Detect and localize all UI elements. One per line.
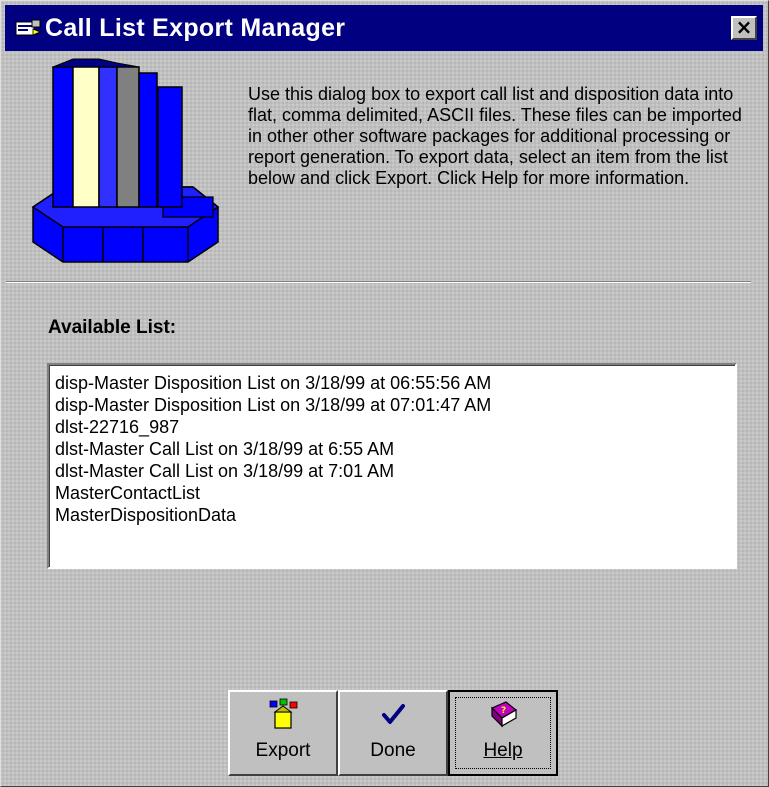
close-button[interactable]: × <box>731 16 757 40</box>
checkmark-icon <box>382 704 405 724</box>
separator <box>6 281 751 283</box>
done-button[interactable]: Done <box>338 690 448 776</box>
description-text: Use this dialog box to export call list … <box>248 84 742 188</box>
dialog-window: Call List Export Manager × Use this dial… <box>0 0 769 787</box>
export-button[interactable]: Export <box>228 690 338 776</box>
available-list-label: Available List: <box>48 317 177 338</box>
done-button-label: Done <box>370 740 416 761</box>
list-item[interactable]: disp-Master Disposition List on 3/18/99 … <box>55 394 735 416</box>
title-bar[interactable]: Call List Export Manager × <box>5 5 763 51</box>
list-item[interactable]: dlst-Master Call List on 3/18/99 at 7:01… <box>55 460 735 482</box>
list-item[interactable]: MasterDispositionData <box>55 504 735 526</box>
help-button[interactable]: ? Help <box>448 690 558 776</box>
available-list[interactable]: disp-Master Disposition List on 3/18/99 … <box>47 363 737 569</box>
svg-text:?: ? <box>501 706 506 716</box>
help-button-label: Help <box>483 740 523 761</box>
export-icon <box>269 698 298 729</box>
server-graphic-icon <box>31 58 220 263</box>
help-book-icon: ? <box>490 701 518 728</box>
list-item[interactable]: dlst-22716_987 <box>55 416 735 438</box>
export-button-label: Export <box>255 740 311 761</box>
list-item[interactable]: dlst-Master Call List on 3/18/99 at 6:55… <box>55 438 735 460</box>
app-icon <box>15 19 41 36</box>
window-title: Call List Export Manager <box>45 14 346 42</box>
list-item[interactable]: disp-Master Disposition List on 3/18/99 … <box>55 372 735 394</box>
list-item[interactable]: MasterContactList <box>55 482 735 504</box>
